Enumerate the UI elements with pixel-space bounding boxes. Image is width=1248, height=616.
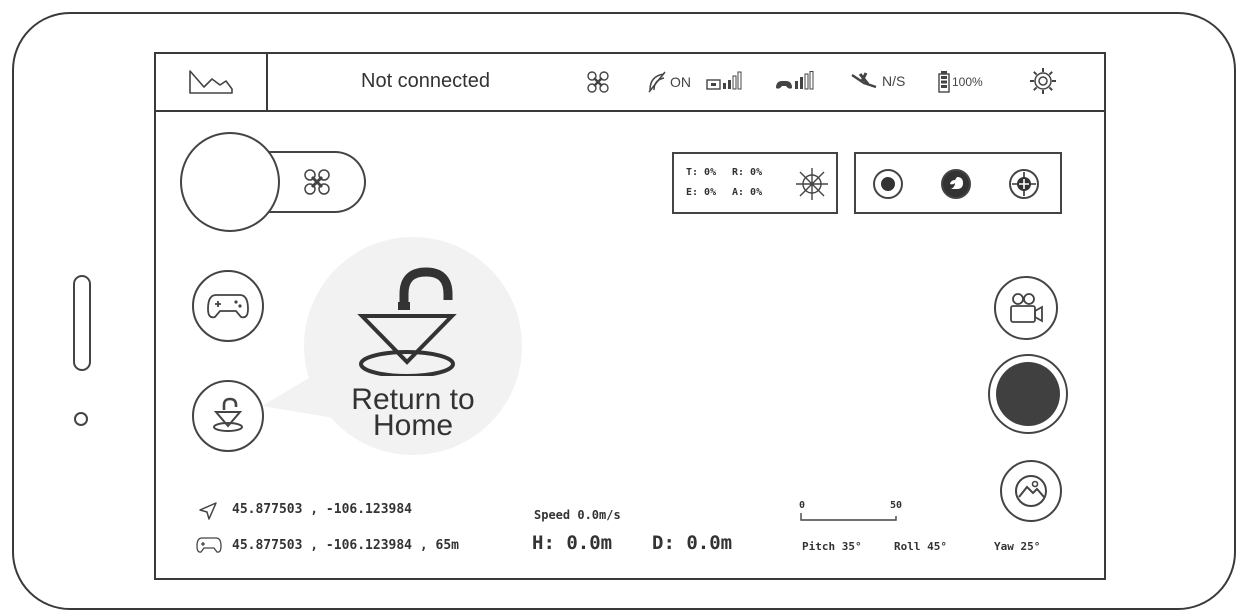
record-dot-icon: [881, 177, 895, 191]
tooltip-title-line2: Home: [372, 409, 454, 442]
shutter-fill: [996, 362, 1060, 426]
connection-status: Not connected: [361, 70, 490, 92]
trim-panel: T: 0% R: 0% E: 0% A: 0%: [672, 152, 838, 214]
trim-r: R: 0%: [732, 167, 763, 178]
squirrel-icon: [950, 177, 963, 189]
video-signal-icon: [706, 71, 742, 90]
takeoff-toggle[interactable]: [180, 132, 368, 236]
scale-min-label: 0: [799, 500, 806, 511]
distance-readout: D: 0.0m: [652, 532, 733, 554]
trim-e: E: 0%: [686, 187, 717, 198]
video-mode-button[interactable]: [994, 276, 1058, 340]
toggle-knob: [180, 132, 280, 232]
headless-mode-button[interactable]: [941, 169, 971, 199]
record-mode-button[interactable]: [873, 169, 903, 199]
speed-readout: Speed 0.0m/s: [534, 508, 621, 522]
return-home-button[interactable]: [192, 380, 264, 452]
drone-coordinates: 45.877503 , -106.123984: [232, 502, 413, 517]
gallery-button[interactable]: [1000, 460, 1062, 522]
remote-location-icon: [196, 537, 222, 553]
compass-icon: [796, 168, 828, 200]
satellite-icon: [851, 72, 877, 89]
battery-status: 100%: [938, 71, 983, 93]
shutter-button[interactable]: [988, 354, 1068, 434]
remote-signal-icon: [776, 71, 814, 90]
gps-toggle[interactable]: ON: [646, 70, 691, 94]
app-screen: Not connected ON N/S 100% T: 0% R: 0% E:…: [154, 52, 1106, 580]
scale-bar: [800, 513, 897, 521]
top-bar: Not connected ON N/S 100%: [156, 54, 1104, 112]
yaw-readout: Yaw 25°: [994, 540, 1041, 553]
camera-dot: [74, 412, 88, 426]
video-camera-icon: [1010, 293, 1043, 323]
settings-gear-icon: [1030, 68, 1056, 94]
battery-label: 100%: [952, 75, 983, 89]
drone-icon: [587, 71, 609, 93]
roll-readout: Roll 45°: [894, 540, 947, 553]
speaker-slot: [73, 275, 91, 371]
drone-status[interactable]: [586, 70, 610, 94]
remote-signal: [774, 71, 820, 93]
trim-a: A: 0%: [732, 187, 763, 198]
gamepad-icon: [207, 294, 249, 319]
return-home-icon: [213, 397, 243, 432]
satellite-status: N/S: [850, 71, 905, 91]
battery-icon: [938, 71, 950, 93]
satellite-label: N/S: [882, 73, 906, 89]
mountain-logo-icon: [189, 70, 233, 94]
logo-button[interactable]: [156, 54, 268, 110]
trim-t: T: 0%: [686, 167, 717, 178]
return-home-large-icon: [357, 267, 457, 376]
controller-button[interactable]: [192, 270, 264, 342]
target-mode-button[interactable]: [1009, 169, 1039, 199]
gps-toggle-icon: [648, 71, 666, 93]
drone-icon: [304, 169, 330, 195]
gallery-icon: [1015, 475, 1047, 507]
pitch-readout: Pitch 35°: [802, 540, 862, 553]
height-readout: H: 0.0m: [532, 532, 613, 554]
scale-max-label: 50: [890, 500, 903, 511]
video-signal: [706, 71, 750, 93]
mode-panel: [854, 152, 1062, 214]
crosshair-icon: [1012, 172, 1036, 196]
settings-button[interactable]: [1029, 67, 1057, 95]
gps-state-label: ON: [670, 74, 691, 90]
drone-location-icon: [199, 502, 217, 520]
remote-coordinates: 45.877503 , -106.123984 , 65m: [232, 538, 459, 553]
